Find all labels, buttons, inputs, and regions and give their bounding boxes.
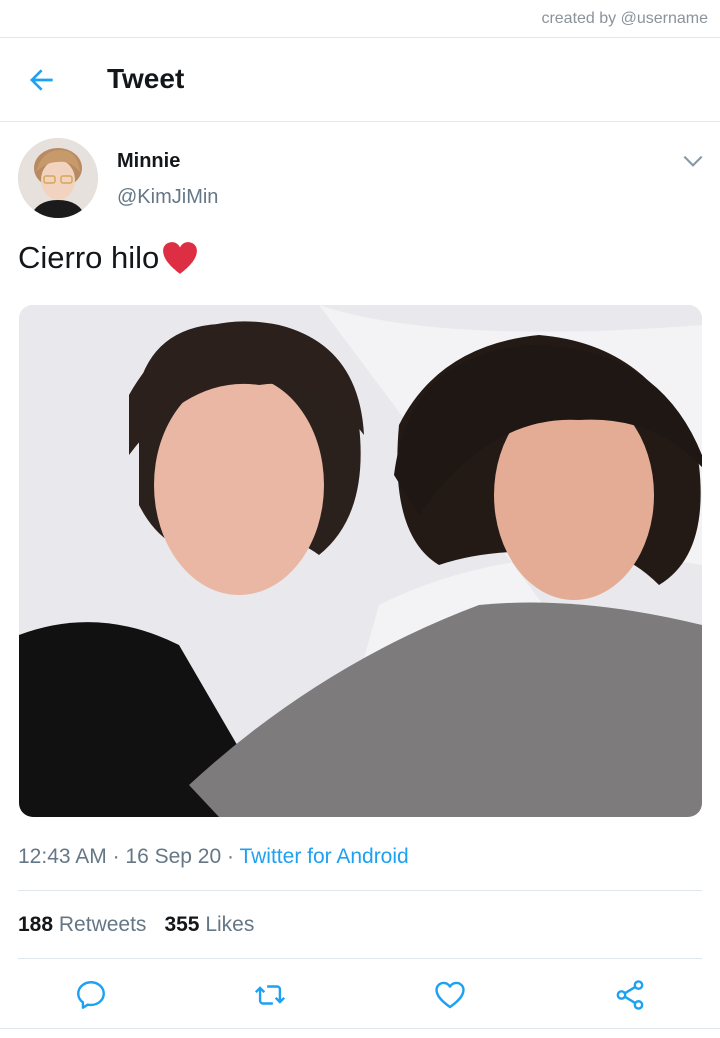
tweet-meta: 12:43 AM · 16 Sep 20 · Twitter for Andro… (18, 845, 409, 869)
meta-separator: · (221, 845, 240, 868)
tweet-body: Cierro hilo (18, 240, 160, 275)
credit-text: created by @username (541, 10, 708, 27)
tweet-source-link[interactable]: Twitter for Android (239, 845, 408, 868)
retweets-label: Retweets (58, 913, 147, 936)
retweet-icon[interactable] (253, 978, 287, 1012)
tweet-text: Cierro hilo (18, 240, 199, 276)
divider (0, 1028, 720, 1029)
author-handle[interactable]: @KimJiMin (117, 186, 218, 209)
action-bar (0, 972, 720, 1018)
likes-count: 355 (164, 913, 200, 936)
red-heart-emoji-icon (163, 242, 198, 274)
reply-icon[interactable] (74, 978, 108, 1012)
heart-icon[interactable] (433, 978, 467, 1012)
back-arrow-icon[interactable] (26, 64, 58, 96)
author-name[interactable]: Minnie (117, 150, 180, 173)
tweet-time: 12:43 AM (18, 845, 107, 868)
tweet-date: 16 Sep 20 (125, 845, 222, 868)
divider (0, 121, 720, 122)
likes-stat[interactable]: 355 Likes (164, 913, 254, 936)
divider (18, 890, 702, 891)
avatar[interactable] (18, 138, 98, 218)
share-icon[interactable] (613, 978, 647, 1012)
tweet-photo[interactable] (19, 305, 702, 817)
page-title: Tweet (107, 63, 185, 94)
divider (18, 958, 702, 959)
likes-label: Likes (205, 913, 255, 936)
chevron-down-icon[interactable] (680, 148, 706, 174)
tweet-stats: 188 Retweets 355 Likes (18, 913, 254, 937)
retweets-count: 188 (18, 913, 54, 936)
meta-separator: · (106, 845, 126, 868)
top-bar: Tweet (0, 38, 720, 122)
retweets-stat[interactable]: 188 Retweets (18, 913, 146, 936)
